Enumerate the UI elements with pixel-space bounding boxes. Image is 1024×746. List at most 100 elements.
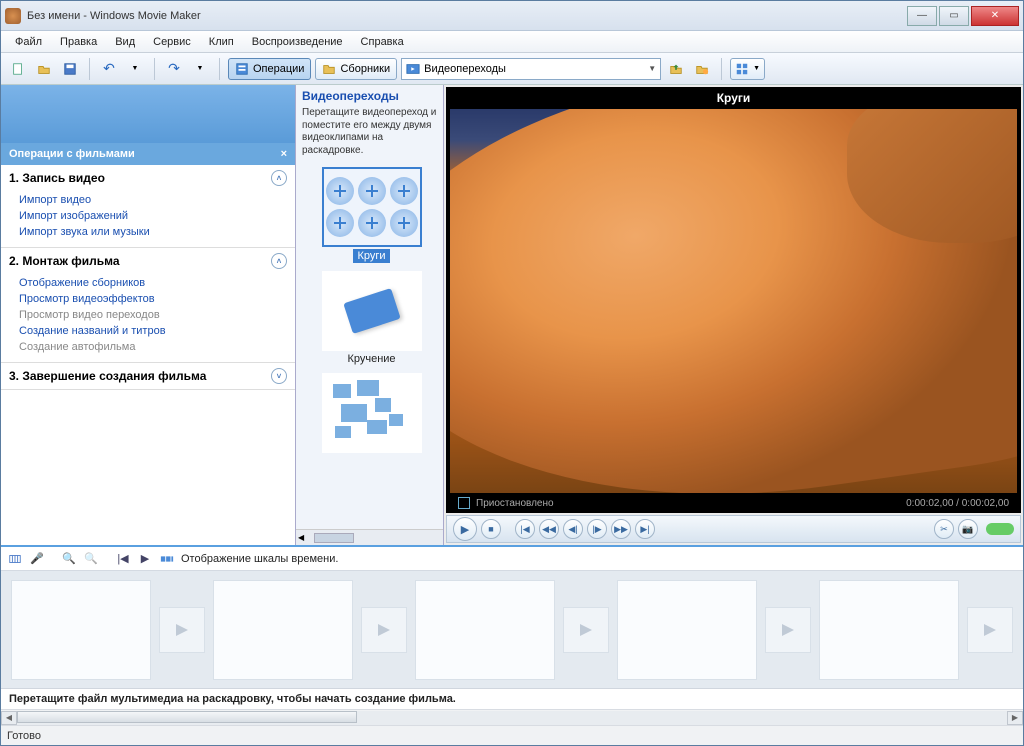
menu-edit[interactable]: Правка [52, 34, 105, 50]
next-clip-button[interactable]: ▶| [635, 519, 655, 539]
menu-help[interactable]: Справка [353, 34, 412, 50]
step-fwd-button[interactable]: |▶ [587, 519, 607, 539]
window-buttons: — ▭ ✕ [907, 6, 1019, 26]
stop-button[interactable]: ■ [481, 519, 501, 539]
section-title: 2. Монтаж фильма [9, 254, 120, 268]
zoom-out-button[interactable]: 🔍 [83, 551, 99, 567]
task-link-view-effects[interactable]: Просмотр видеоэффектов [19, 292, 283, 306]
close-icon[interactable]: × [281, 148, 287, 160]
new-folder-button[interactable] [691, 58, 713, 80]
collections-button[interactable]: Сборники [315, 58, 397, 80]
transition-item-squares[interactable] [302, 373, 441, 453]
folder-icon [322, 62, 336, 76]
collection-items: Круги Кручение [296, 163, 443, 529]
up-level-button[interactable] [665, 58, 687, 80]
storyboard[interactable] [1, 571, 1023, 688]
collection-desc: Перетащите видеопереход и поместите его … [296, 107, 443, 163]
timeline-play-button[interactable]: ▶ [137, 551, 153, 567]
task-links: Импорт видео Импорт изображений Импорт з… [1, 191, 295, 247]
close-button[interactable]: ✕ [971, 6, 1019, 26]
status-text: Готово [7, 730, 41, 742]
step-back-button[interactable]: ◀| [563, 519, 583, 539]
chevron-up-icon: ˄ [271, 170, 287, 186]
storyboard-transition-slot[interactable] [765, 607, 811, 653]
task-link-titles[interactable]: Создание названий и титров [19, 324, 283, 338]
collection-combo[interactable]: Видеопереходы ▼ [401, 58, 661, 80]
task-section-head[interactable]: 3. Завершение создания фильма ˅ [1, 363, 295, 389]
undo-dropdown[interactable]: ▼ [124, 58, 146, 80]
prev-clip-button[interactable]: |◀ [515, 519, 535, 539]
storyboard-transition-slot[interactable] [159, 607, 205, 653]
storyboard-clip-slot[interactable] [617, 580, 757, 680]
preview-video-area: Круги Приостановлено 0:00:02,00 / 0:00:0… [446, 87, 1021, 513]
task-link-view-transitions[interactable]: Просмотр видео переходов [19, 308, 283, 322]
rewind-button[interactable]: ◀◀ [539, 519, 559, 539]
collection-scrollbar[interactable]: ◀ [296, 529, 443, 545]
storyboard-transition-slot[interactable] [967, 607, 1013, 653]
storyboard-clip-slot[interactable] [213, 580, 353, 680]
task-link-automovie[interactable]: Создание автофильма [19, 340, 283, 354]
save-button[interactable] [59, 58, 81, 80]
operations-label: Операции [253, 63, 304, 75]
menu-service[interactable]: Сервис [145, 34, 199, 50]
storyboard-clip-slot[interactable] [11, 580, 151, 680]
status-icon [458, 497, 470, 509]
undo-button[interactable]: ↶ [98, 58, 120, 80]
task-section-head[interactable]: 2. Монтаж фильма ˄ [1, 248, 295, 274]
preview-controls: ▶ ■ |◀ ◀◀ ◀| |▶ ▶▶ ▶| ✂ 📷 [446, 515, 1021, 543]
task-section-capture: 1. Запись видео ˄ Импорт видео Импорт из… [1, 165, 295, 248]
storyboard-hint: Перетащите файл мультимедиа на раскадров… [1, 688, 1023, 709]
section-title: 3. Завершение создания фильма [9, 369, 206, 383]
view-button[interactable]: ▼ [730, 58, 765, 80]
maximize-button[interactable]: ▭ [939, 6, 969, 26]
zoom-in-button[interactable]: 🔍 [61, 551, 77, 567]
scrollbar-thumb[interactable] [17, 711, 357, 723]
menu-view[interactable]: Вид [107, 34, 143, 50]
storyboard-clip-slot[interactable] [819, 580, 959, 680]
open-file-button[interactable] [33, 58, 55, 80]
transition-item-circles[interactable]: Круги [302, 167, 441, 263]
task-link-import-audio[interactable]: Импорт звука или музыки [19, 225, 283, 239]
scroll-left-button[interactable]: ◀ [1, 711, 17, 725]
scroll-track[interactable] [17, 711, 1007, 725]
playback-time: 0:00:02,00 / 0:00:02,00 [906, 498, 1009, 509]
redo-button[interactable]: ↷ [163, 58, 185, 80]
playback-state: Приостановлено [476, 498, 554, 509]
toolbar-separator [219, 58, 220, 80]
storyboard-clip-slot[interactable] [415, 580, 555, 680]
task-link-import-images[interactable]: Импорт изображений [19, 209, 283, 223]
timeline-view-button[interactable] [7, 551, 23, 567]
thumbnails-icon [735, 62, 749, 76]
storyboard-transition-slot[interactable] [563, 607, 609, 653]
minimize-button[interactable]: — [907, 6, 937, 26]
task-link-import-video[interactable]: Импорт видео [19, 193, 283, 207]
task-section-head[interactable]: 1. Запись видео ˄ [1, 165, 295, 191]
menu-file[interactable]: Файл [7, 34, 50, 50]
task-pane: Операции с фильмами × 1. Запись видео ˄ … [1, 85, 296, 545]
narrate-button[interactable]: 🎤 [29, 551, 45, 567]
preview-frame [450, 109, 1017, 493]
fullscreen-toggle[interactable] [986, 523, 1014, 535]
forward-button[interactable]: ▶▶ [611, 519, 631, 539]
redo-dropdown[interactable]: ▼ [189, 58, 211, 80]
snapshot-button[interactable]: 📷 [958, 519, 978, 539]
timeline-rewind-button[interactable]: |◀ [115, 551, 131, 567]
scrollbar-thumb[interactable] [314, 533, 354, 543]
chevron-down-icon: ▼ [648, 64, 656, 73]
split-clip-button[interactable]: ✂ [934, 519, 954, 539]
timeline-toolbar: 🎤 🔍 🔍 |◀ ▶ Отображение шкалы времени. [1, 547, 1023, 571]
play-button[interactable]: ▶ [453, 517, 477, 541]
menu-clip[interactable]: Клип [201, 34, 242, 50]
horizontal-scrollbar[interactable]: ◀ ▶ [1, 709, 1023, 725]
collection-title: Видеопереходы [296, 85, 443, 107]
toolbar-separator [154, 58, 155, 80]
transition-item-spin[interactable]: Кручение [302, 271, 441, 365]
storyboard-transition-slot[interactable] [361, 607, 407, 653]
task-link-show-collections[interactable]: Отображение сборников [19, 276, 283, 290]
scroll-right-button[interactable]: ▶ [1007, 711, 1023, 725]
preview-clip-title: Круги [446, 87, 1021, 109]
operations-button[interactable]: Операции [228, 58, 311, 80]
new-file-button[interactable] [7, 58, 29, 80]
menu-playback[interactable]: Воспроизведение [244, 34, 351, 50]
storyboard-view-button[interactable] [159, 551, 175, 567]
